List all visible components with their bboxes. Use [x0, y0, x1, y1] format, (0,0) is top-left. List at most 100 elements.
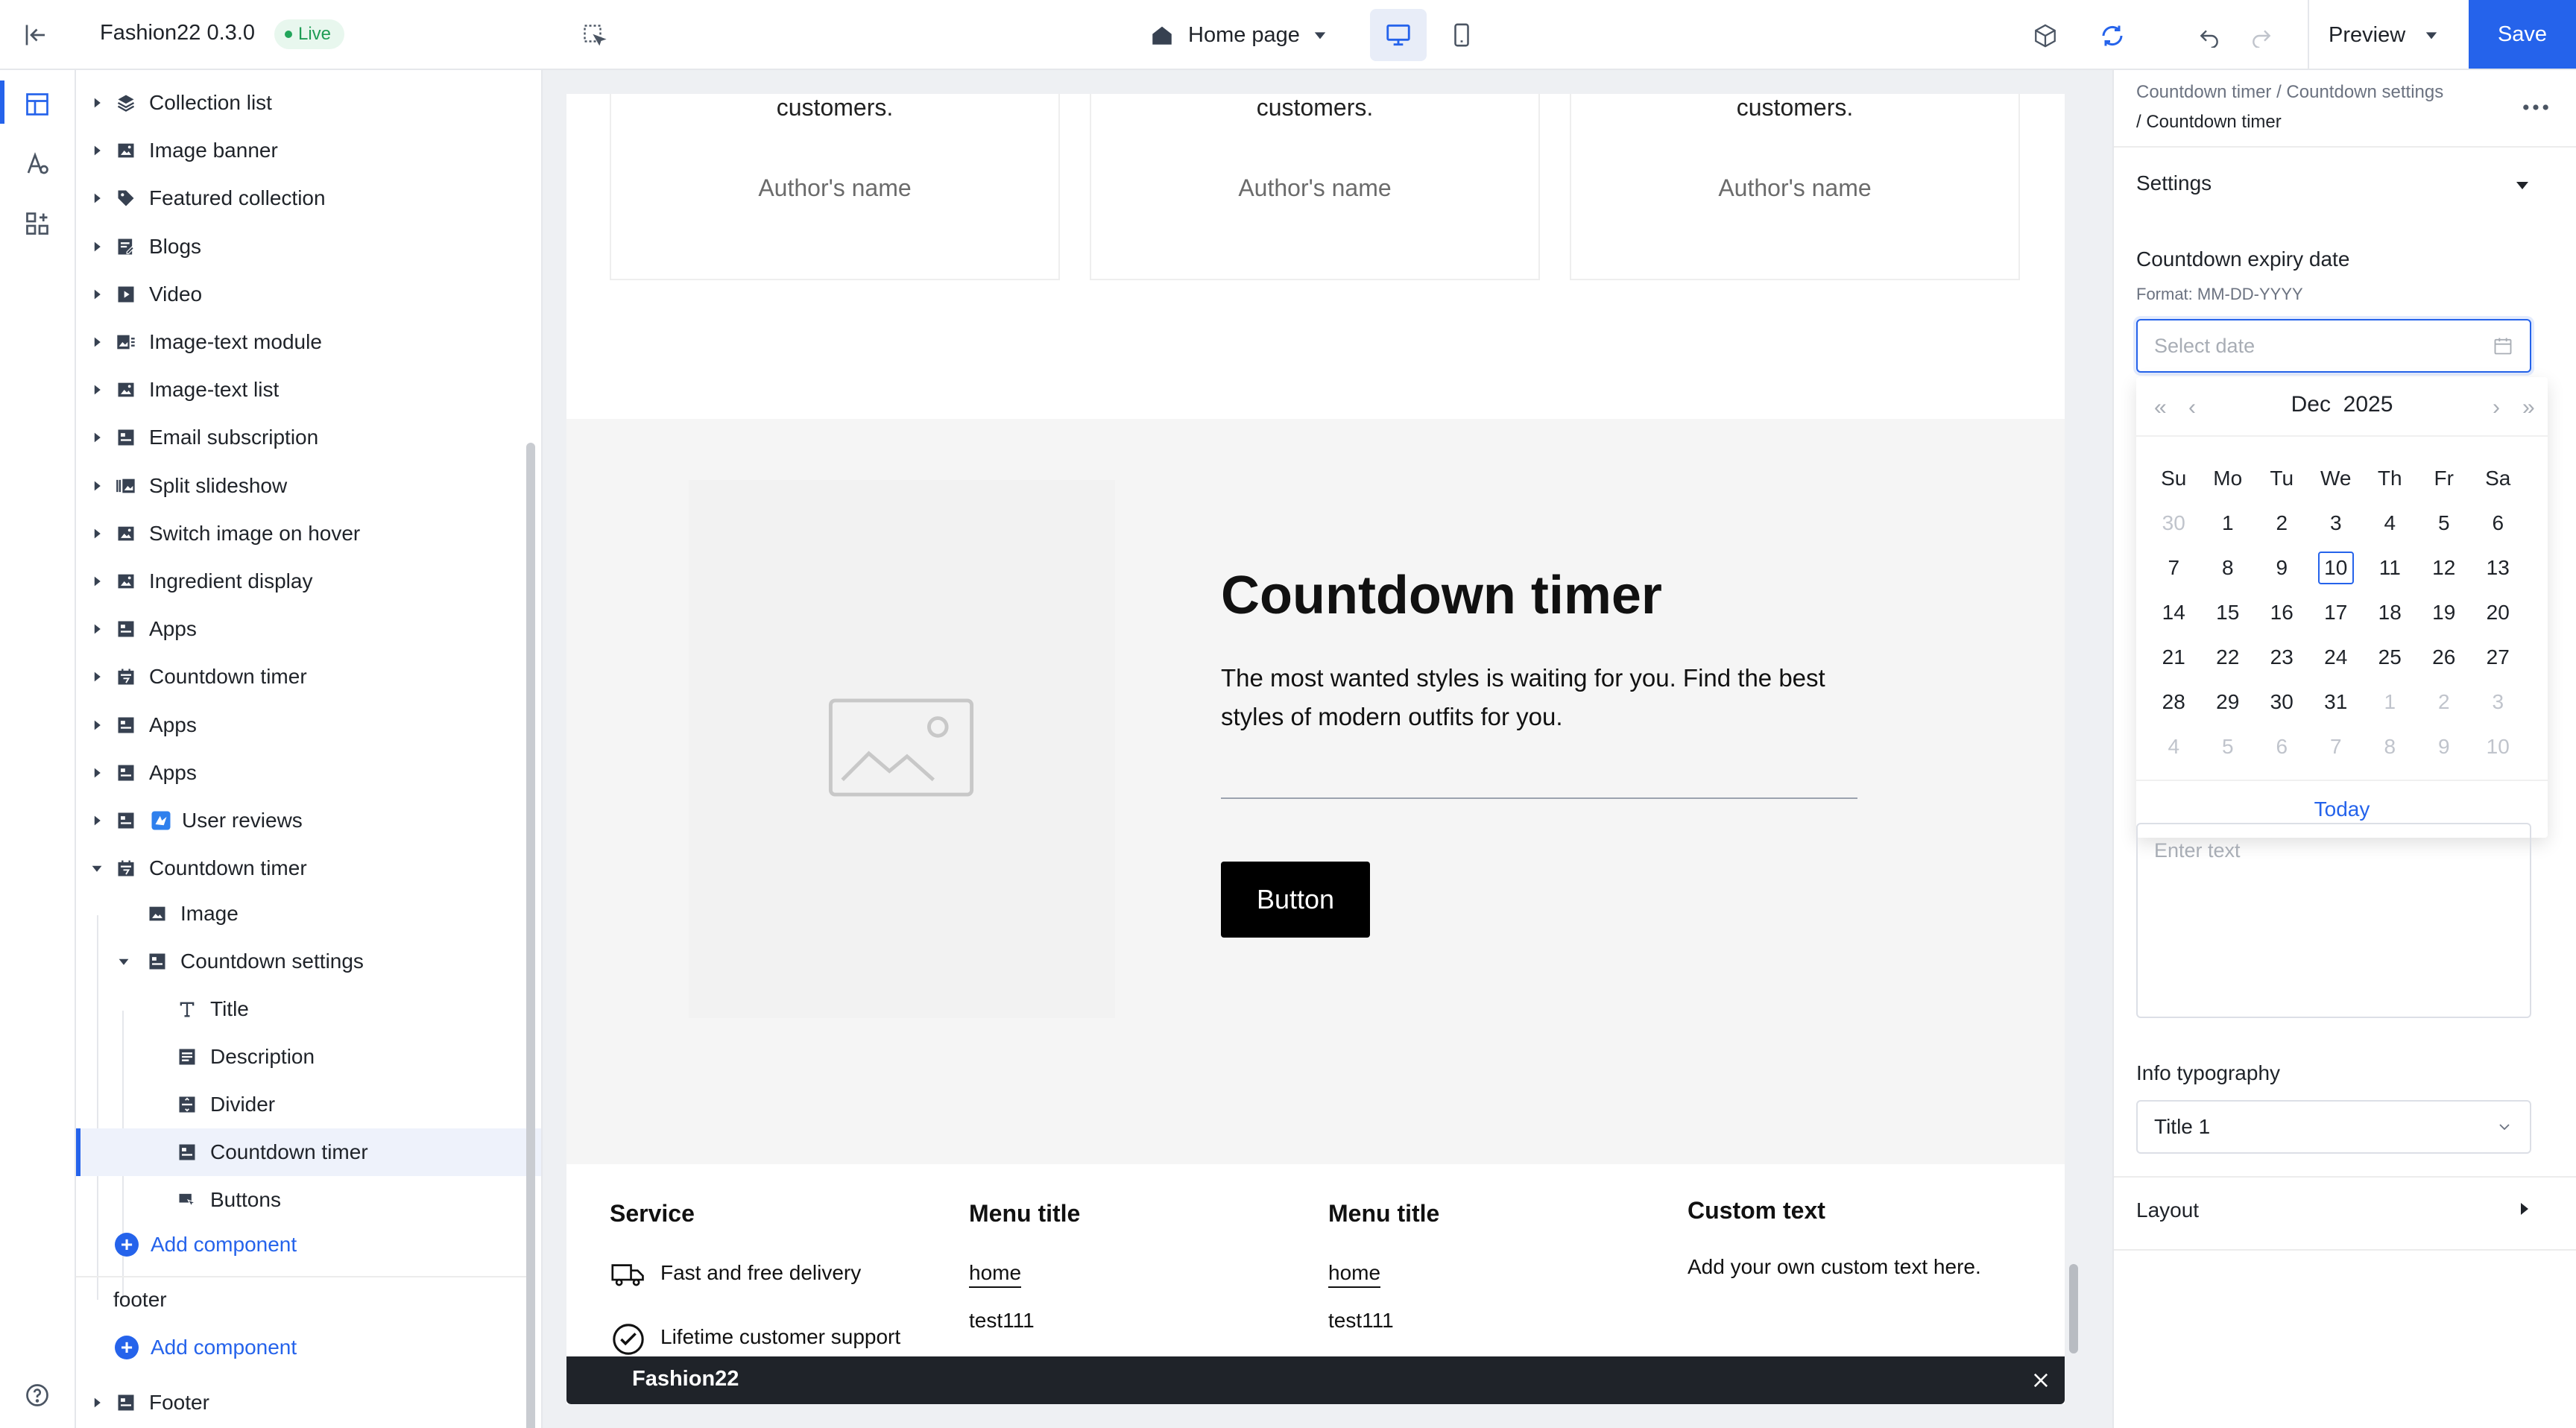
layer-item[interactable]: Email subscription [76, 414, 541, 461]
breadcrumb[interactable]: Countdown timer / Countdown settings [2136, 82, 2443, 103]
next-year-icon[interactable]: » [2522, 395, 2535, 420]
day-cell[interactable]: 4 [2363, 501, 2417, 546]
date-picker-month[interactable]: Dec [2291, 392, 2331, 417]
day-cell[interactable]: 10 [2471, 724, 2525, 769]
caret-collapsed-icon[interactable] [89, 335, 104, 350]
day-cell[interactable]: 3 [2309, 501, 2364, 546]
caret-collapsed-icon[interactable] [89, 287, 104, 302]
caret-expanded-icon[interactable] [116, 954, 131, 969]
day-cell[interactable]: 9 [2255, 546, 2309, 590]
layer-item[interactable]: Apps [76, 605, 541, 653]
day-cell[interactable]: 5 [2201, 724, 2255, 769]
day-cell[interactable]: 2 [2255, 501, 2309, 546]
layer-image[interactable]: Image [76, 890, 541, 938]
caret-collapsed-icon[interactable] [89, 239, 104, 254]
layer-item[interactable]: Countdown timer [76, 844, 541, 892]
layer-item[interactable]: Split slideshow [76, 462, 541, 510]
help-icon[interactable] [21, 1379, 54, 1412]
footer-menu-link[interactable]: test111 [969, 1309, 1035, 1333]
day-cell[interactable]: 24 [2309, 635, 2364, 680]
day-cell[interactable]: 18 [2363, 590, 2417, 635]
layer-item[interactable]: Image-text module [76, 318, 541, 366]
redo-icon[interactable] [2245, 19, 2278, 52]
caret-collapsed-icon[interactable] [89, 622, 104, 636]
caret-expanded-icon[interactable] [89, 861, 104, 876]
day-cell[interactable]: 27 [2471, 635, 2525, 680]
day-cell[interactable]: 19 [2417, 590, 2472, 635]
layer-item[interactable]: Collection list [76, 79, 541, 127]
layer-item[interactable]: User reviews [76, 797, 541, 844]
expiry-date-input[interactable]: Select date [2136, 319, 2531, 373]
day-cell[interactable]: 1 [2363, 680, 2417, 724]
footer-menu-link[interactable]: test111 [1328, 1309, 1394, 1333]
caret-collapsed-icon[interactable] [89, 430, 104, 445]
caret-collapsed-icon[interactable] [89, 95, 104, 110]
day-cell[interactable]: 5 [2417, 501, 2472, 546]
caret-collapsed-icon[interactable] [89, 382, 104, 397]
countdown-section[interactable]: Countdown timer The most wanted styles i… [566, 419, 2065, 1164]
day-cell[interactable]: 21 [2147, 635, 2201, 680]
day-cell[interactable]: 4 [2147, 724, 2201, 769]
day-cell[interactable]: 3 [2471, 680, 2525, 724]
day-cell[interactable]: 15 [2201, 590, 2255, 635]
caret-collapsed-icon[interactable] [89, 765, 104, 780]
layer-item[interactable]: Ingredient display [76, 557, 541, 605]
day-cell[interactable]: 8 [2201, 546, 2255, 590]
day-cell[interactable]: 16 [2255, 590, 2309, 635]
select-element-icon[interactable] [578, 19, 611, 52]
layer-item[interactable]: Apps [76, 749, 541, 797]
day-cell[interactable]: 22 [2201, 635, 2255, 680]
close-icon[interactable] [2030, 1370, 2051, 1391]
testimonial-card[interactable]: customers. Author's name [1090, 94, 1540, 280]
countdown-button[interactable]: Button [1221, 862, 1370, 938]
day-cell[interactable]: 30 [2255, 680, 2309, 724]
more-options-icon[interactable] [2522, 103, 2549, 112]
caret-collapsed-icon[interactable] [89, 143, 104, 158]
mobile-view-button[interactable] [1436, 9, 1488, 61]
footer-menu-link[interactable]: home [1328, 1261, 1381, 1288]
day-cell[interactable]: 6 [2255, 724, 2309, 769]
day-cell[interactable]: 9 [2417, 724, 2472, 769]
layer-footer[interactable]: Footer [76, 1379, 541, 1427]
day-cell[interactable]: 7 [2147, 546, 2201, 590]
layout-sections-icon[interactable] [21, 88, 54, 121]
day-cell[interactable]: 29 [2201, 680, 2255, 724]
caret-collapsed-icon[interactable] [89, 1395, 104, 1410]
layer-countdown-settings[interactable]: Countdown settings [76, 938, 541, 985]
caret-collapsed-icon[interactable] [89, 574, 104, 589]
day-cell[interactable]: 1 [2201, 501, 2255, 546]
day-cell[interactable]: 12 [2417, 546, 2472, 590]
layer-item[interactable]: Countdown timer [76, 653, 541, 701]
day-cell[interactable]: 6 [2471, 501, 2525, 546]
testimonial-card[interactable]: customers. Author's name [610, 94, 1060, 280]
info-typography-select[interactable]: Title 1 [2136, 1100, 2531, 1154]
layer-item[interactable]: Featured collection [76, 174, 541, 222]
apps-grid-icon[interactable] [21, 207, 54, 240]
day-cell[interactable]: 26 [2417, 635, 2472, 680]
caret-collapsed-icon[interactable] [89, 669, 104, 684]
day-cell[interactable]: 31 [2309, 680, 2364, 724]
layer-item[interactable]: Image-text list [76, 366, 541, 414]
desktop-view-button[interactable] [1370, 9, 1427, 61]
add-component-button[interactable]: + Add component [115, 1233, 297, 1257]
layer-item[interactable]: Image banner [76, 127, 541, 174]
layout-section-header[interactable]: Layout [2136, 1198, 2199, 1222]
layer-buttons[interactable]: Buttons [76, 1176, 541, 1224]
day-cell[interactable]: 23 [2255, 635, 2309, 680]
countdown-divider[interactable] [1221, 797, 1857, 799]
day-cell[interactable]: 13 [2471, 546, 2525, 590]
refresh-icon[interactable] [2096, 19, 2129, 52]
layer-countdown-timer-selected[interactable]: Countdown timer [76, 1128, 541, 1176]
layer-description[interactable]: Description [76, 1033, 541, 1081]
canvas-scrollbar[interactable] [2069, 1264, 2078, 1353]
testimonial-card[interactable]: customers. Author's name [1570, 94, 2020, 280]
countdown-title[interactable]: Countdown timer [1221, 565, 1662, 626]
countdown-description[interactable]: The most wanted styles is waiting for yo… [1221, 659, 1877, 736]
add-component-footer-button[interactable]: + Add component [115, 1336, 297, 1359]
caret-collapsed-icon[interactable] [89, 813, 104, 828]
save-button[interactable]: Save [2469, 0, 2576, 69]
day-cell[interactable]: 25 [2363, 635, 2417, 680]
day-cell[interactable]: 2 [2417, 680, 2472, 724]
day-cell[interactable]: 30 [2147, 501, 2201, 546]
theme-style-icon[interactable] [21, 148, 54, 180]
